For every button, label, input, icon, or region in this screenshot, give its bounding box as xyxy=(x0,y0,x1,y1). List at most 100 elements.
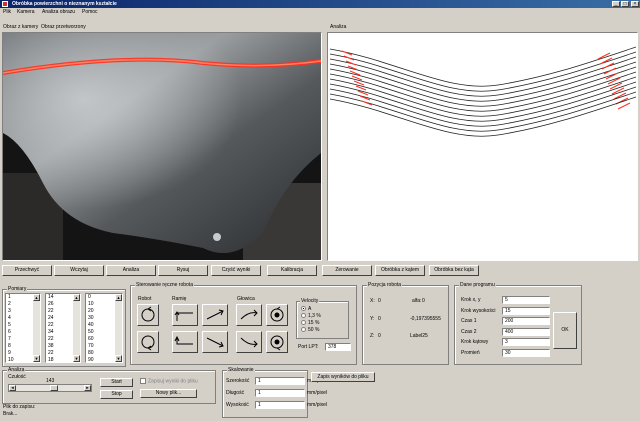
program-field-input[interactable]: 5 xyxy=(502,296,550,304)
camera-label[interactable]: Obraz z kamery xyxy=(3,24,38,30)
robot-rotate-ccw-button[interactable] xyxy=(137,331,159,353)
analysis-canvas[interactable] xyxy=(327,32,638,261)
new-file-button[interactable]: Nowy plik... xyxy=(140,389,197,398)
scroll-up-arrow-icon[interactable]: ▲ xyxy=(33,294,40,301)
position-title: Pozycja robota xyxy=(367,282,403,288)
scroll-right-arrow-icon[interactable]: ► xyxy=(84,385,91,391)
port-label: Port LPT: xyxy=(298,344,319,350)
alfa-value: 0 xyxy=(422,298,425,304)
ok-button[interactable]: OK xyxy=(553,312,577,349)
z-value: 0 xyxy=(378,333,381,339)
robot-rotate-cw-button[interactable] xyxy=(137,304,159,326)
list-scrollbar[interactable]: ▲ ▼ xyxy=(73,294,80,362)
scale-input[interactable]: 1 xyxy=(255,377,305,385)
sensitivity-thumb[interactable] xyxy=(49,385,58,391)
scale-input[interactable]: 1 xyxy=(255,389,305,397)
menu-analiza-obrazu[interactable]: Analiza obrazu xyxy=(42,9,75,15)
rotate-cw-icon xyxy=(141,306,155,322)
menu-kamera[interactable]: Kamera xyxy=(17,9,35,15)
toolbar-button-5[interactable]: Czyść wyniki xyxy=(211,265,261,276)
radio-icon xyxy=(301,306,306,312)
port-input[interactable]: 378 xyxy=(325,343,351,351)
laser-mark xyxy=(355,85,367,91)
list-index[interactable]: 1 2 3 4 5 6 7 8 9 10 ▲ ▼ xyxy=(5,293,41,363)
list-scrollbar[interactable]: ▲ ▼ xyxy=(33,294,40,362)
head-rotate-cw-button[interactable] xyxy=(266,304,288,326)
sensitivity-scrollbar[interactable]: ◄ ► xyxy=(8,384,92,392)
scroll-up-arrow-icon[interactable]: ▲ xyxy=(115,294,122,301)
toolbar-button-1[interactable]: Przechwyć xyxy=(2,265,52,276)
close-button[interactable]: × xyxy=(631,1,639,7)
laser-mark xyxy=(603,67,617,75)
head-tilt-down-button[interactable] xyxy=(236,331,262,353)
head-tilt-down-icon xyxy=(240,337,258,348)
x-value: 0 xyxy=(378,298,381,304)
program-field-label: Krok x, y xyxy=(461,297,481,303)
measurements-title: Pomiary xyxy=(7,286,28,292)
program-field-label: Krok kątowy xyxy=(461,339,489,345)
stop-button[interactable]: Stop xyxy=(100,390,133,399)
velocity-option-label: A xyxy=(308,306,312,312)
scroll-down-arrow-icon[interactable]: ▼ xyxy=(115,355,122,362)
program-field-input[interactable]: 400 xyxy=(502,327,550,336)
file-value: Brak... xyxy=(3,411,18,417)
arm-down-right-icon xyxy=(206,337,224,348)
program-field-label: Promień xyxy=(461,349,480,356)
radio-icon xyxy=(301,313,306,319)
program-field-input[interactable]: 3 xyxy=(502,338,550,346)
y-value: 0 xyxy=(378,316,381,322)
head-rotate-ccw-icon xyxy=(270,335,284,351)
scroll-up-arrow-icon[interactable]: ▲ xyxy=(73,294,80,301)
rotate-ccw-icon xyxy=(141,335,155,351)
velocity-title: Velocity xyxy=(300,298,320,304)
window-title: Obróbka powierzchni o nieznanym kształci… xyxy=(12,1,117,7)
profile-line xyxy=(329,91,637,132)
sensitivity-label: Czułość xyxy=(8,374,26,380)
scroll-down-arrow-icon[interactable]: ▼ xyxy=(33,355,40,362)
toolbar-button-7[interactable]: Zerowanie xyxy=(322,265,372,276)
list-values[interactable]: 14 26 22 24 22 34 22 38 22 18 ▲ ▼ xyxy=(45,293,81,363)
position-group: Pozycja robota xyxy=(362,282,449,365)
scale-label: Wysokość xyxy=(226,402,249,408)
menu-pomoc[interactable]: Pomoc xyxy=(82,9,98,15)
program-field-input[interactable]: 15 xyxy=(502,306,550,315)
arm-up-right-button[interactable] xyxy=(202,304,228,326)
save-results-button[interactable]: Zapis wyników do pliku xyxy=(311,372,375,382)
list-angles[interactable]: 0102030405060708090100▲▼ xyxy=(85,293,123,363)
minimize-button[interactable]: _ xyxy=(612,1,620,7)
app-icon xyxy=(2,1,8,7)
processed-label[interactable]: Obraz przetworzony xyxy=(41,24,86,30)
scroll-down-arrow-icon[interactable]: ▼ xyxy=(73,355,80,362)
toolbar-button-8[interactable]: Obróbka z kątem xyxy=(375,265,425,276)
menu-plik[interactable]: Plik xyxy=(3,9,11,15)
velocity-option-1[interactable]: A xyxy=(301,306,311,312)
start-button[interactable]: Start xyxy=(100,378,133,387)
arm-down-left-button[interactable] xyxy=(172,331,198,353)
manual-control-title: Sterowanie ręczne robota xyxy=(135,282,194,288)
program-field-input[interactable]: 200 xyxy=(502,317,550,325)
program-field-input[interactable]: 30 xyxy=(502,348,550,357)
head-tilt-up-button[interactable] xyxy=(236,304,262,326)
scroll-left-arrow-icon[interactable]: ◄ xyxy=(9,385,16,391)
toolbar-button-4[interactable]: Rysuj xyxy=(158,265,208,276)
arm-up-left-button[interactable] xyxy=(172,304,198,326)
toolbar-button-2[interactable]: Wczytaj xyxy=(54,265,104,276)
velocity-option-3[interactable]: 15 % xyxy=(301,320,319,326)
program-field-label: Czas 2 xyxy=(461,328,477,335)
velocity-option-4[interactable]: 50 % xyxy=(301,327,319,333)
toolbar-button-6[interactable]: Kalibracja xyxy=(267,265,317,276)
toolbar-button-9[interactable]: Obróbka bez kąta xyxy=(429,265,479,276)
list-scrollbar[interactable]: ▲ ▼ xyxy=(115,294,122,362)
profile-line xyxy=(329,96,637,137)
arm-down-right-button[interactable] xyxy=(202,331,228,353)
scale-input[interactable]: 1 xyxy=(255,401,305,409)
camera-view[interactable] xyxy=(2,32,322,261)
menu-bar: Plik Kamera Analiza obrazu Pomoc xyxy=(0,8,640,16)
maximize-button[interactable]: □ xyxy=(621,1,629,7)
head-rotate-ccw-button[interactable] xyxy=(266,331,288,353)
laser-mark xyxy=(341,50,353,56)
camera-image xyxy=(3,33,321,260)
toolbar-button-3[interactable]: Analiza xyxy=(106,265,156,276)
save-results-checkbox[interactable]: Zapisuj wyniki do pliku xyxy=(140,378,198,384)
velocity-option-2[interactable]: 1,3 % xyxy=(301,313,321,319)
